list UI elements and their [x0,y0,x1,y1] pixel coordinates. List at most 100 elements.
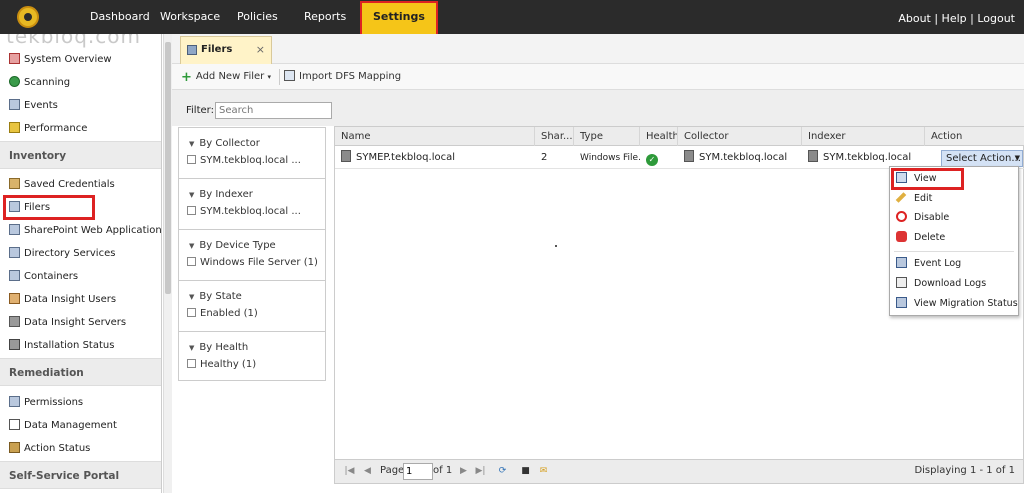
nav-settings[interactable]: Settings [360,1,438,36]
column-header-type[interactable]: Type [574,127,640,146]
first-page-icon[interactable]: |◀ [344,466,355,477]
facet-title[interactable]: By Health [189,342,248,353]
email-icon[interactable]: ✉ [538,466,549,477]
servers-icon [9,316,20,327]
checkbox[interactable] [187,308,196,317]
filter-search-input[interactable] [215,102,332,119]
sidebar-item-data-management[interactable]: Data Management [9,418,117,434]
sidebar-item-data-insight-users[interactable]: Data Insight Users [9,292,116,308]
cell-type: Windows File... [580,153,640,163]
facet-option[interactable]: Windows File Server (1) [187,257,318,268]
action-status-icon [9,442,20,453]
cell-health: ✓ [640,147,678,169]
sidebar-item-scanning[interactable]: Scanning [9,75,70,91]
tab-filers[interactable]: Filers × [180,36,272,64]
nav-workspace[interactable]: Workspace [160,0,220,34]
import-dfs-mapping-button[interactable]: Import DFS Mapping [279,69,401,85]
event-log-icon [896,257,907,268]
menu-item-edit[interactable]: Edit [895,191,932,207]
facet-by-health: By Health Healthy (1) [179,332,325,383]
performance-icon [9,122,20,133]
facet-by-indexer: By Indexer SYM.tekbloq.local ... [179,179,325,230]
facet-option[interactable]: SYM.tekbloq.local ... [187,206,301,217]
checkbox[interactable] [187,359,196,368]
facet-panel: By Collector SYM.tekbloq.local ... By In… [178,127,326,381]
scanning-icon [9,76,20,87]
server-icon [808,150,818,162]
column-header-shares[interactable]: Shar... [535,127,574,146]
facet-option[interactable]: Enabled (1) [187,308,258,319]
facet-title[interactable]: By State [189,291,241,302]
nav-policies[interactable]: Policies [237,0,278,34]
sidebar-item-permissions[interactable]: Permissions [9,395,83,411]
last-page-icon[interactable]: ▶| [475,466,486,477]
directory-icon [9,247,20,258]
menu-item-disable[interactable]: Disable [896,210,949,226]
chevron-down-icon: ▼ [1014,154,1020,162]
page-label: Page [380,465,405,476]
sidebar-item-sharepoint[interactable]: SharePoint Web Applications [9,223,161,239]
menu-item-delete[interactable]: Delete [896,230,945,246]
facet-by-state: By State Enabled (1) [179,281,325,332]
sidebar-section-self-service-portal[interactable]: Self-Service Portal [0,461,161,489]
sidebar-item-installation-status[interactable]: Installation Status [9,338,114,354]
menu-item-download-logs[interactable]: Download Logs [896,276,986,292]
cell-shares: 2 [541,152,548,163]
column-header-name[interactable]: Name [335,127,535,146]
plus-icon: + [181,70,192,85]
checkbox[interactable] [187,155,196,164]
refresh-icon[interactable]: ⟳ [497,466,508,477]
containers-icon [9,270,20,281]
sidebar-scrollbar[interactable] [163,34,172,493]
sidebar-section-remediation[interactable]: Remediation [0,358,161,386]
column-header-health[interactable]: Health [640,127,678,146]
sidebar-item-performance[interactable]: Performance [9,121,87,137]
sidebar-item-action-status[interactable]: Action Status [9,441,90,457]
filers-toolbar: + Add New Filer ▾ Import DFS Mapping [172,64,1024,90]
filer-tab-icon [187,45,197,55]
save-icon[interactable]: ■ [520,466,531,477]
watermark: tekbloq.com [6,34,141,48]
prev-page-icon[interactable]: ◀ [362,466,373,477]
healthy-check-icon: ✓ [646,154,658,166]
events-icon [9,99,20,110]
facet-title[interactable]: By Collector [189,138,259,149]
page-count-label: of 1 [433,465,453,476]
checkbox[interactable] [187,257,196,266]
page-number-input[interactable] [403,463,433,480]
filter-bar: Filter: [172,90,1024,126]
menu-item-event-log[interactable]: Event Log [896,256,961,272]
app-logo-icon[interactable] [17,6,39,28]
sidebar-item-containers[interactable]: Containers [9,269,78,285]
facet-title[interactable]: By Indexer [189,189,252,200]
column-header-collector[interactable]: Collector [678,127,802,146]
server-icon [341,150,351,162]
close-tab-icon[interactable]: × [256,37,265,63]
checkbox[interactable] [187,206,196,215]
chevron-down-icon: ▾ [267,73,271,81]
select-action-dropdown[interactable]: Select Action... ▼ [941,150,1023,167]
add-new-filer-button[interactable]: + Add New Filer ▾ [181,69,271,85]
server-icon [684,150,694,162]
sidebar-item-saved-credentials[interactable]: Saved Credentials [9,177,115,193]
nav-reports[interactable]: Reports [304,0,346,34]
pencil-icon [895,192,907,203]
sidebar-item-events[interactable]: Events [9,98,58,114]
facet-option[interactable]: SYM.tekbloq.local ... [187,155,301,166]
sidebar-item-data-insight-servers[interactable]: Data Insight Servers [9,315,126,331]
facet-option[interactable]: Healthy (1) [187,359,256,370]
facet-by-collector: By Collector SYM.tekbloq.local ... [179,128,325,179]
menu-item-view-migration-status[interactable]: View Migration Status [896,296,1018,312]
grid-header: Name Shar... Type Health Collector Index… [335,127,1024,146]
sidebar-item-system-overview[interactable]: System Overview [9,52,112,68]
column-header-indexer[interactable]: Indexer [802,127,925,146]
facet-title[interactable]: By Device Type [189,240,275,251]
sidebar-item-directory-services[interactable]: Directory Services [9,246,115,262]
sidebar-scroll-thumb[interactable] [165,42,171,294]
about-help-logout-links[interactable]: About | Help | Logout [898,0,1015,34]
column-header-action[interactable]: Action [925,127,1024,146]
sidebar-section-inventory[interactable]: Inventory [0,141,161,169]
nav-dashboard[interactable]: Dashboard [90,0,150,34]
displaying-count: Displaying 1 - 1 of 1 [914,465,1015,476]
next-page-icon[interactable]: ▶ [458,466,469,477]
